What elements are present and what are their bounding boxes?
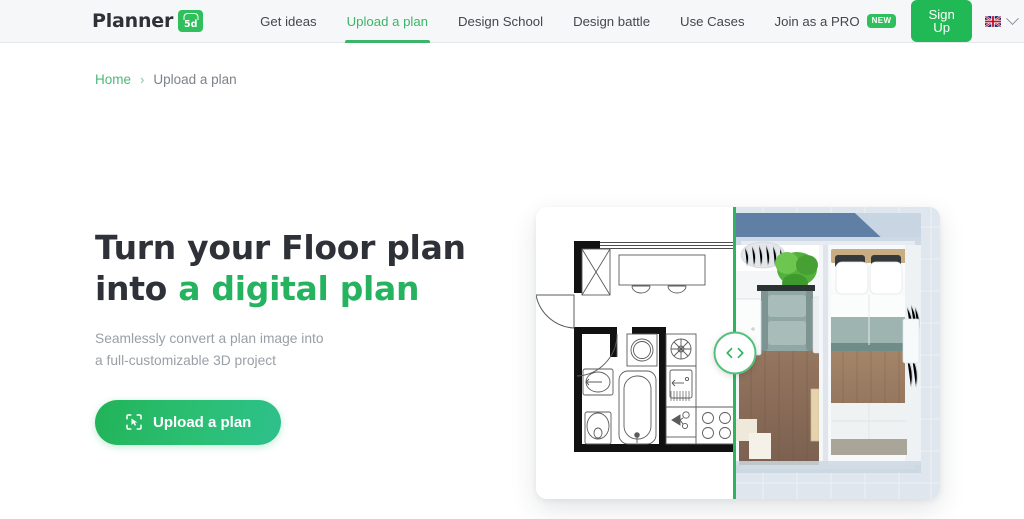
hero-title-line2-plain: into — [95, 268, 179, 308]
logo-badge-text: 5d — [183, 18, 198, 30]
nav-item-design-battle[interactable]: Design battle — [558, 0, 665, 43]
nav-item-use-cases[interactable]: Use Cases — [665, 0, 760, 43]
nav-item-label: Upload a plan — [346, 13, 429, 29]
hero-title-line1: Turn your Floor plan — [95, 228, 466, 267]
logo-planner5d[interactable]: Planner 5d — [92, 10, 204, 32]
breadcrumb-home-link[interactable]: Home — [95, 72, 131, 87]
new-badge: NEW — [866, 14, 897, 28]
hero-text-block: Turn your Floor plan into a digital plan… — [95, 228, 525, 445]
house-roof-icon — [183, 12, 199, 20]
nav-right-actions: Sign Up — [911, 0, 1024, 43]
language-selector[interactable] — [984, 11, 1019, 27]
page-title: Turn your Floor plan into a digital plan — [95, 228, 525, 309]
left-right-arrows-icon — [725, 347, 744, 360]
2d-floor-plan-pane — [536, 207, 735, 499]
upload-a-plan-button[interactable]: Upload a plan — [95, 399, 282, 445]
logo-text: Planner — [92, 10, 174, 32]
nav-item-label: Use Cases — [680, 13, 745, 29]
nav-links: Get ideas Upload a plan Design School De… — [245, 0, 911, 43]
nav-item-join-as-a-pro[interactable]: Join as a PRO NEW — [760, 0, 912, 43]
2d-floor-plan-drawing — [536, 207, 735, 499]
hero-title-line2-accent: a digital plan — [178, 268, 420, 308]
top-navigation-bar: Planner 5d Get ideas Upload a plan Desig… — [0, 0, 1024, 43]
hero-subtitle: Seamlessly convert a plan image into a f… — [95, 328, 525, 371]
nav-item-upload-a-plan[interactable]: Upload a plan — [332, 0, 443, 43]
nav-item-label: Design School — [458, 13, 544, 29]
nav-item-get-ideas[interactable]: Get ideas — [245, 0, 331, 43]
nav-item-design-school[interactable]: Design School — [443, 0, 558, 43]
upload-button-label: Upload a plan — [153, 413, 252, 431]
nav-item-label: Design battle — [573, 13, 651, 29]
comparison-slider-handle[interactable] — [713, 331, 756, 375]
breadcrumb-separator-icon: › — [140, 72, 145, 87]
3d-render-illustration — [735, 207, 940, 499]
sign-up-button[interactable]: Sign Up — [911, 0, 972, 43]
hero-subtitle-line1: Seamlessly convert a plan image into — [95, 331, 324, 347]
nav-item-label: Join as a PRO — [774, 13, 860, 29]
chevron-down-icon — [1005, 11, 1019, 25]
breadcrumb-current-page: Upload a plan — [153, 72, 237, 87]
3d-rendered-plan-pane — [735, 207, 940, 499]
plan-comparison-widget[interactable] — [536, 207, 940, 499]
hero-subtitle-line2: a full-customizable 3D project — [95, 352, 276, 368]
uk-flag-icon — [984, 15, 1001, 27]
nav-item-label: Get ideas — [260, 13, 317, 29]
logo-badge: 5d — [178, 10, 204, 32]
scan-upload-icon — [125, 413, 143, 431]
breadcrumb: Home › Upload a plan — [95, 72, 237, 87]
